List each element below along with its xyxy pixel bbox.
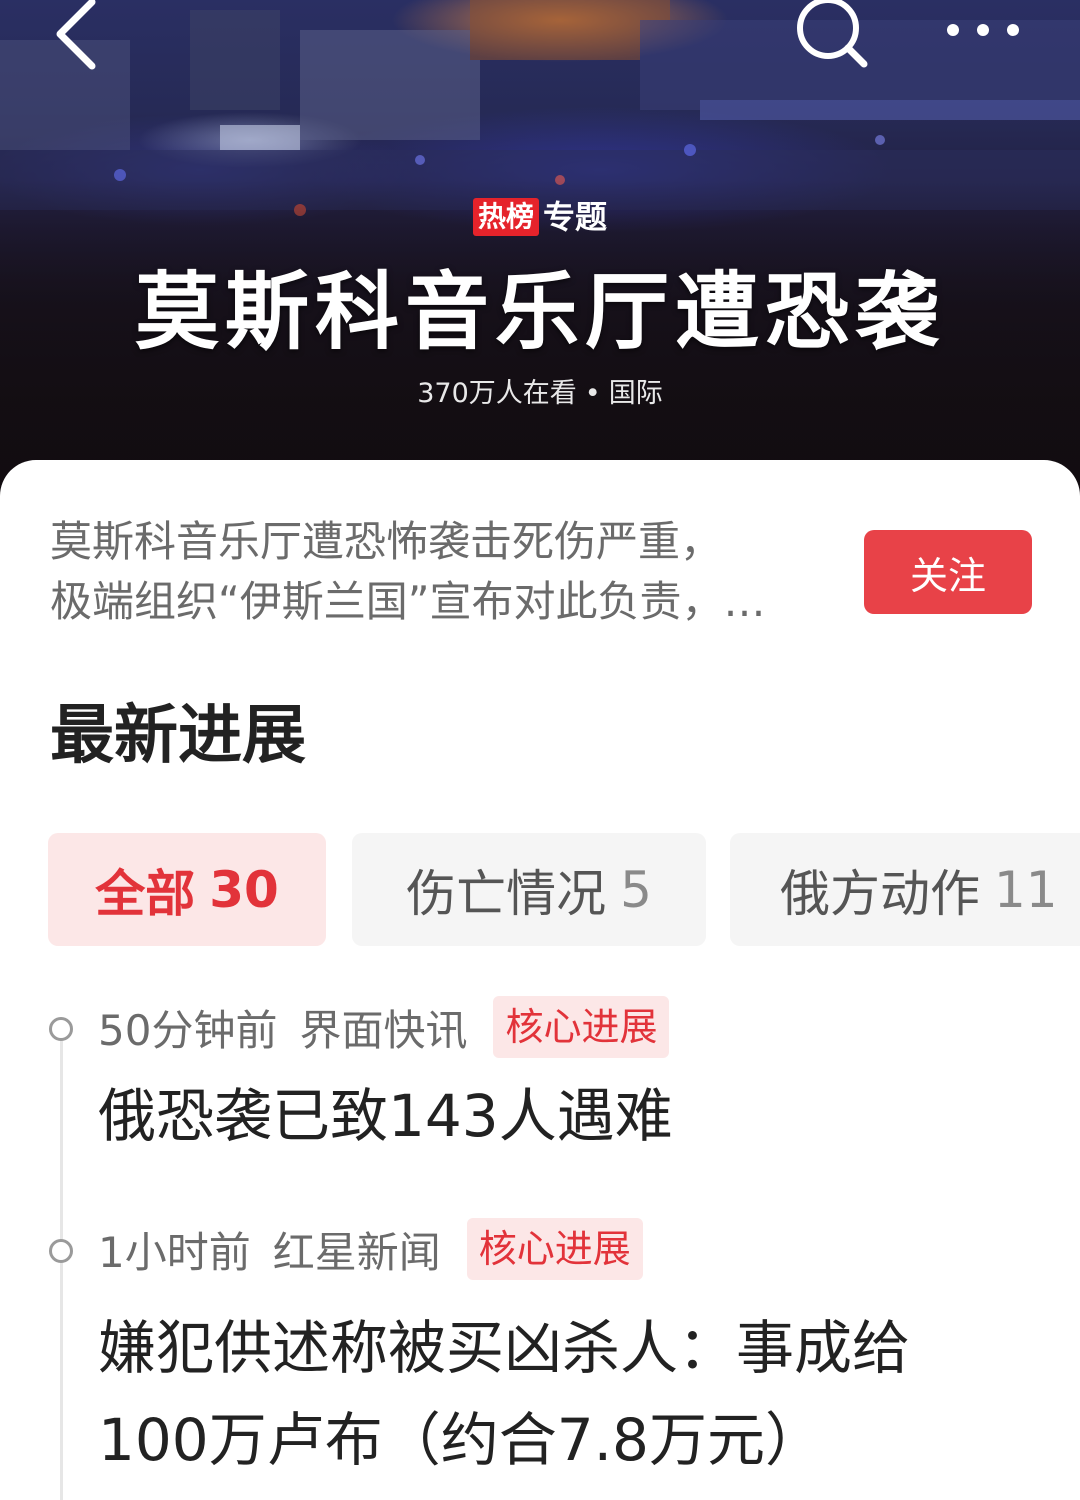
summary-line-2: 极端组织“伊斯兰国”宣布对此负责，…: [50, 577, 766, 626]
tab-casualties[interactable]: 伤亡情况 5: [352, 833, 706, 946]
item-time: 50分钟前: [98, 1005, 278, 1055]
item-source: 界面快讯: [299, 1005, 468, 1055]
headline-line-1: 俄恐袭已致143人遇难: [98, 1082, 673, 1150]
viewer-count: 370万人在看: [417, 378, 577, 409]
tab-label: 伤亡情况: [406, 864, 607, 923]
follow-button[interactable]: 关注: [864, 530, 1032, 614]
tab-label: 俄方动作: [780, 864, 980, 923]
headline-line-2: 100万卢布（约合7.8万元）: [98, 1406, 823, 1474]
item-source: 红星新闻: [272, 1227, 441, 1277]
more-horizontal-icon[interactable]: [935, 0, 1035, 60]
topic-summary[interactable]: 莫斯科音乐厅遭恐怖袭击死伤严重， 极端组织“伊斯兰国”宣布对此负责，…: [50, 512, 840, 632]
item-headline[interactable]: 俄恐袭已致143人遇难: [98, 1070, 998, 1162]
topic-content-card: 莫斯科音乐厅遭恐怖袭击死伤严重， 极端组织“伊斯兰国”宣布对此负责，… 关注 最…: [0, 460, 1080, 1500]
core-progress-tag: 核心进展: [466, 1218, 643, 1280]
meta-separator: •: [584, 378, 601, 409]
topic-hero-banner: 热榜 专题 莫斯科音乐厅遭恐袭 370万人在看 • 国际: [0, 0, 1080, 500]
timeline-meta: 1小时前 红星新闻 核心进展: [98, 1218, 643, 1280]
tab-count: 30: [209, 860, 279, 919]
section-title: 最新进展: [50, 699, 306, 773]
chevron-left-icon[interactable]: [44, 0, 114, 80]
timeline-track: [60, 1040, 63, 1500]
timeline-meta: 50分钟前 界面快讯 核心进展: [98, 996, 670, 1058]
topic-type-badge: 热榜 专题: [0, 198, 1080, 236]
headline-line-1: 嫌犯供述称被买凶杀人：事成给: [98, 1314, 911, 1382]
search-icon[interactable]: [790, 0, 870, 80]
hot-list-badge: 热榜: [472, 198, 539, 236]
filter-tabs: 全部 30 伤亡情况 5 俄方动作 11: [48, 833, 1080, 946]
topic-category: 国际: [608, 378, 663, 409]
timeline-dot: [49, 1017, 73, 1041]
summary-line-1: 莫斯科音乐厅遭恐怖袭击死伤严重，: [50, 517, 723, 566]
topic-meta: 370万人在看 • 国际: [0, 376, 1080, 412]
tab-all[interactable]: 全部 30: [48, 833, 326, 946]
timeline-dot: [49, 1239, 73, 1263]
tab-label: 全部: [95, 864, 196, 923]
core-progress-tag: 核心进展: [493, 996, 670, 1058]
tab-count: 5: [620, 860, 652, 919]
topic-title: 莫斯科音乐厅遭恐袭: [134, 262, 945, 361]
tab-count: 11: [994, 860, 1058, 919]
item-headline[interactable]: 嫌犯供述称被买凶杀人：事成给 100万卢布（约合7.8万元）: [98, 1302, 998, 1486]
item-time: 1小时前: [98, 1227, 251, 1277]
tab-russian-actions[interactable]: 俄方动作 11: [730, 833, 1080, 946]
topic-label: 专题: [543, 198, 608, 236]
